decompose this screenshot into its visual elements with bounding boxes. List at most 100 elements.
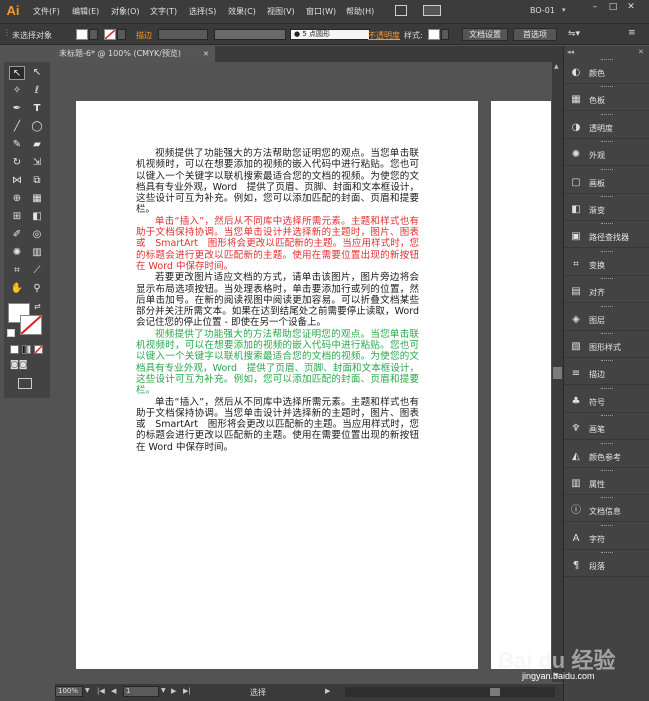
stroke-label[interactable]: 描边 (136, 30, 152, 41)
default-colors-icon[interactable] (7, 329, 15, 337)
panel-color-guide[interactable]: ◭ 颜色参考 (564, 441, 649, 468)
panel-pathfinder[interactable]: ▣ 路径查找器 (564, 221, 649, 249)
rotate-tool-icon[interactable]: ↻ (9, 156, 25, 170)
draw-mode-icon[interactable]: ◙◙ (10, 360, 27, 370)
panel-grip[interactable] (601, 305, 613, 308)
document-setup-button[interactable]: 文档设置 (462, 28, 508, 41)
brush-dropdown[interactable]: ● 5 点圆形 (290, 29, 370, 40)
color-mode-icon[interactable] (10, 345, 19, 354)
direct-selection-tool-icon[interactable]: ↖ (29, 66, 45, 80)
panel-align[interactable]: ▤ 对齐 (564, 276, 649, 304)
panel-grip[interactable] (601, 552, 613, 554)
vertical-scrollbar[interactable]: ▲ ▼ (552, 62, 563, 682)
panel-grip[interactable] (601, 196, 613, 198)
panel-symbols[interactable]: ♣ 符号 (564, 386, 649, 413)
swap-colors-icon[interactable]: ⇄ (34, 302, 41, 311)
panel-grip[interactable] (601, 59, 613, 61)
artboard-dropdown-icon[interactable]: ▼ (161, 687, 166, 694)
chevron-down-icon[interactable]: ▾ (562, 6, 566, 14)
opacity-label[interactable]: 不透明度 (368, 30, 400, 41)
bridge-icon[interactable] (395, 5, 407, 16)
status-menu-icon[interactable]: ▶ (325, 687, 330, 695)
zoom-field[interactable]: 100% (55, 686, 83, 697)
artboard-number-field[interactable]: 1 (123, 686, 159, 697)
panel-grip[interactable] (601, 223, 613, 225)
style-swatch[interactable] (428, 29, 440, 40)
panel-grip[interactable] (601, 250, 613, 253)
panel-stroke[interactable]: ≡ 描边 (564, 358, 649, 386)
eraser-tool-icon[interactable]: ▰ (29, 138, 45, 152)
panel-grip[interactable] (601, 497, 613, 499)
prev-artboard-icon[interactable]: ◀ (111, 687, 116, 695)
mesh-tool-icon[interactable]: ⊞ (9, 210, 25, 224)
eyedropper-tool-icon[interactable]: ✐ (9, 228, 25, 242)
fill-dropdown[interactable] (89, 29, 98, 40)
variable-width-dropdown[interactable] (214, 29, 286, 40)
zoom-dropdown-icon[interactable]: ▼ (85, 687, 90, 694)
arrange-icon[interactable]: ⇋▾ (568, 29, 580, 39)
panel-grip[interactable] (601, 278, 613, 280)
blend-tool-icon[interactable]: ◎ (29, 228, 45, 242)
gradient-tool-icon[interactable]: ◧ (29, 210, 45, 224)
panel-character[interactable]: A 字符 (564, 523, 649, 550)
first-artboard-icon[interactable]: |◀ (97, 687, 105, 695)
artboard-2[interactable] (491, 101, 551, 669)
gradient-mode-icon[interactable] (22, 345, 31, 354)
panel-transparency[interactable]: ◑ 透明度 (564, 112, 649, 139)
panel-grip[interactable] (601, 113, 613, 116)
last-artboard-icon[interactable]: ▶| (183, 687, 191, 695)
close-button[interactable]: ✕ (624, 1, 638, 13)
perspective-grid-tool-icon[interactable]: ▦ (29, 192, 45, 206)
scale-tool-icon[interactable]: ⇲ (29, 156, 45, 170)
menu-type[interactable]: 文字(T) (150, 6, 177, 17)
workspace-name[interactable]: BO-01 (530, 6, 555, 15)
panel-appearance[interactable]: ✺ 外观 (564, 139, 649, 167)
ellipse-tool-icon[interactable]: ◯ (29, 120, 45, 134)
magic-wand-tool-icon[interactable]: ✧ (9, 84, 25, 98)
panel-grip[interactable] (601, 524, 613, 527)
dock-menu-icon[interactable]: ✕ (638, 48, 644, 56)
collapse-dock-icon[interactable]: ◂◂ (567, 48, 574, 56)
hand-tool-icon[interactable]: ✋ (9, 282, 25, 296)
menu-object[interactable]: 对象(O) (111, 6, 140, 17)
panel-graphic-styles[interactable]: ▧ 图形样式 (564, 331, 649, 358)
vertical-scroll-thumb[interactable] (553, 367, 562, 379)
panel-grip[interactable] (601, 333, 613, 335)
shape-builder-tool-icon[interactable]: ⊕ (9, 192, 25, 206)
panel-brushes[interactable]: ♆ 画笔 (564, 413, 649, 441)
panel-layers[interactable]: ◈ 图层 (564, 304, 649, 331)
symbol-sprayer-tool-icon[interactable]: ✺ (9, 246, 25, 260)
scroll-up-icon[interactable]: ▲ (554, 63, 559, 70)
panel-swatches[interactable]: ▦ 色板 (564, 84, 649, 112)
menu-view[interactable]: 视图(V) (267, 6, 295, 17)
menu-edit[interactable]: 编辑(E) (72, 6, 99, 17)
line-tool-icon[interactable]: ╱ (9, 120, 25, 134)
tab-close-icon[interactable]: ✕ (203, 46, 209, 62)
horizontal-scrollbar[interactable] (345, 687, 555, 697)
width-tool-icon[interactable]: ⋈ (9, 174, 25, 188)
stroke-swatch[interactable] (104, 29, 116, 40)
menu-file[interactable]: 文件(F) (33, 6, 60, 17)
stroke-weight-field[interactable] (158, 29, 208, 40)
fill-swatch[interactable] (76, 29, 88, 40)
panel-artboards[interactable]: ▢ 画板 (564, 167, 649, 194)
slice-tool-icon[interactable]: ⟋ (29, 264, 45, 278)
panel-grip[interactable] (601, 168, 613, 171)
column-graph-tool-icon[interactable]: ▥ (29, 246, 45, 260)
type-tool-icon[interactable]: T (29, 102, 45, 116)
menu-window[interactable]: 窗口(W) (306, 6, 336, 17)
document-tab[interactable]: 未标题-6* @ 100% (CMYK/预览) ✕ (55, 46, 215, 62)
control-menu-icon[interactable]: ≡ (628, 28, 636, 38)
panel-grip[interactable] (601, 415, 613, 417)
panel-grip[interactable] (601, 387, 613, 390)
horizontal-scroll-thumb[interactable] (490, 688, 500, 696)
panel-grip[interactable] (601, 470, 613, 472)
stroke-dropdown[interactable] (117, 29, 126, 40)
panel-color[interactable]: ◐ 颜色 (564, 57, 649, 84)
text-frame[interactable]: 视频提供了功能强大的方法帮助您证明您的观点。当您单击联机视频时，可以在想要添加的… (136, 148, 419, 453)
panel-transform[interactable]: ⌗ 变换 (564, 249, 649, 276)
maximize-button[interactable]: □ (606, 1, 620, 13)
panel-grip[interactable] (601, 442, 613, 445)
panel-attributes[interactable]: ▥ 属性 (564, 468, 649, 495)
pen-tool-icon[interactable]: ✒ (9, 102, 25, 116)
